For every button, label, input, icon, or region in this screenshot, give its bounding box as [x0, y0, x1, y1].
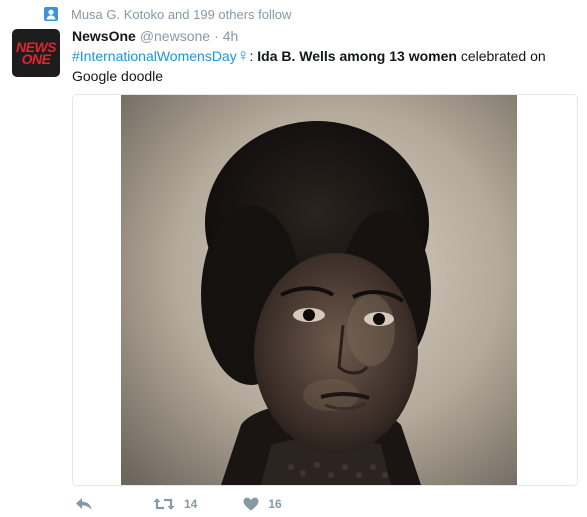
- avatar-logo-one: ONE: [21, 51, 51, 67]
- tweet: Musa G. Kotoko and 199 others follow NEW…: [0, 0, 587, 517]
- person-icon: [44, 7, 58, 21]
- social-context[interactable]: Musa G. Kotoko and 199 others follow: [44, 5, 291, 23]
- media-card[interactable]: [72, 94, 578, 486]
- tweet-actions: 14 16: [72, 492, 282, 516]
- reply-icon: [75, 497, 93, 511]
- header-separator: ·: [214, 28, 219, 44]
- retweet-button[interactable]: 14: [153, 497, 197, 511]
- tweet-text-bold: Ida B. Wells among 13 women: [257, 48, 457, 64]
- tweet-text: #InternationalWomensDay♀: Ida B. Wells a…: [72, 46, 572, 86]
- like-count: 16: [268, 497, 282, 511]
- tweet-timestamp[interactable]: 4h: [223, 28, 239, 44]
- portrait-photo[interactable]: [121, 95, 517, 485]
- retweet-count: 14: [184, 497, 198, 511]
- retweet-icon: [153, 497, 175, 511]
- hashtag-link[interactable]: #InternationalWomensDay: [72, 48, 237, 64]
- female-sign-emoji: ♀: [236, 46, 250, 65]
- tweet-header: NewsOne @newsone · 4h: [72, 28, 238, 46]
- social-context-text: Musa G. Kotoko and 199 others follow: [71, 6, 292, 22]
- reply-button[interactable]: [75, 497, 93, 511]
- heart-icon: [243, 497, 259, 511]
- author-fullname[interactable]: NewsOne: [72, 28, 136, 44]
- like-button[interactable]: 16: [243, 497, 282, 511]
- avatar[interactable]: NEWS ONE: [12, 29, 60, 77]
- author-handle[interactable]: @newsone: [140, 28, 210, 44]
